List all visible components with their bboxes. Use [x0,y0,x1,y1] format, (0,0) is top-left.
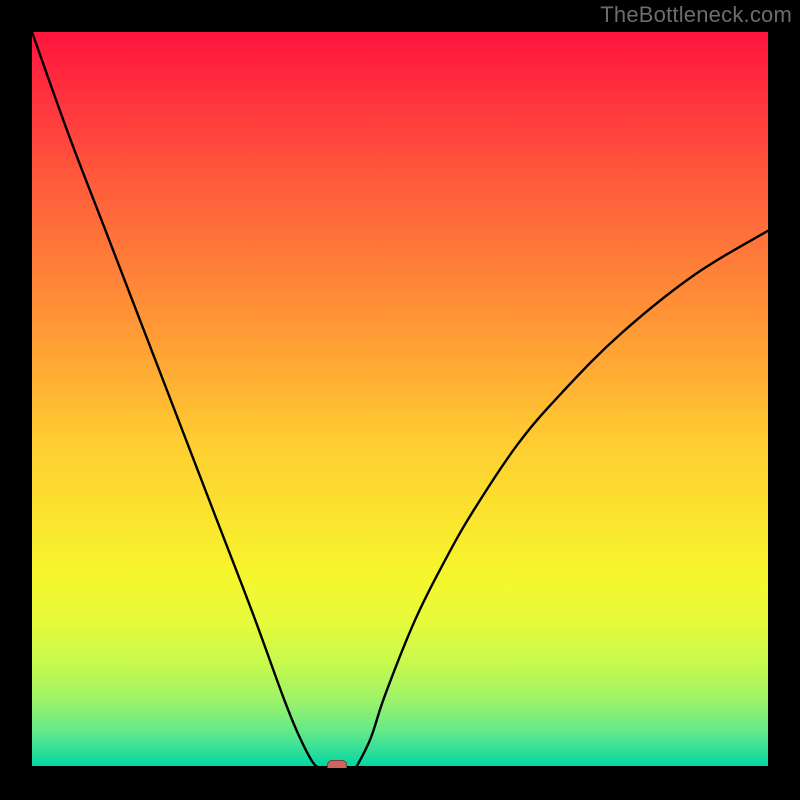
curve-right-branch [356,231,768,768]
minimum-marker [327,760,347,768]
watermark-text: TheBottleneck.com [600,2,792,28]
chart-frame: TheBottleneck.com [0,0,800,800]
bottleneck-curve [32,32,768,768]
plot-area [32,32,768,768]
curve-left-branch [32,32,319,768]
